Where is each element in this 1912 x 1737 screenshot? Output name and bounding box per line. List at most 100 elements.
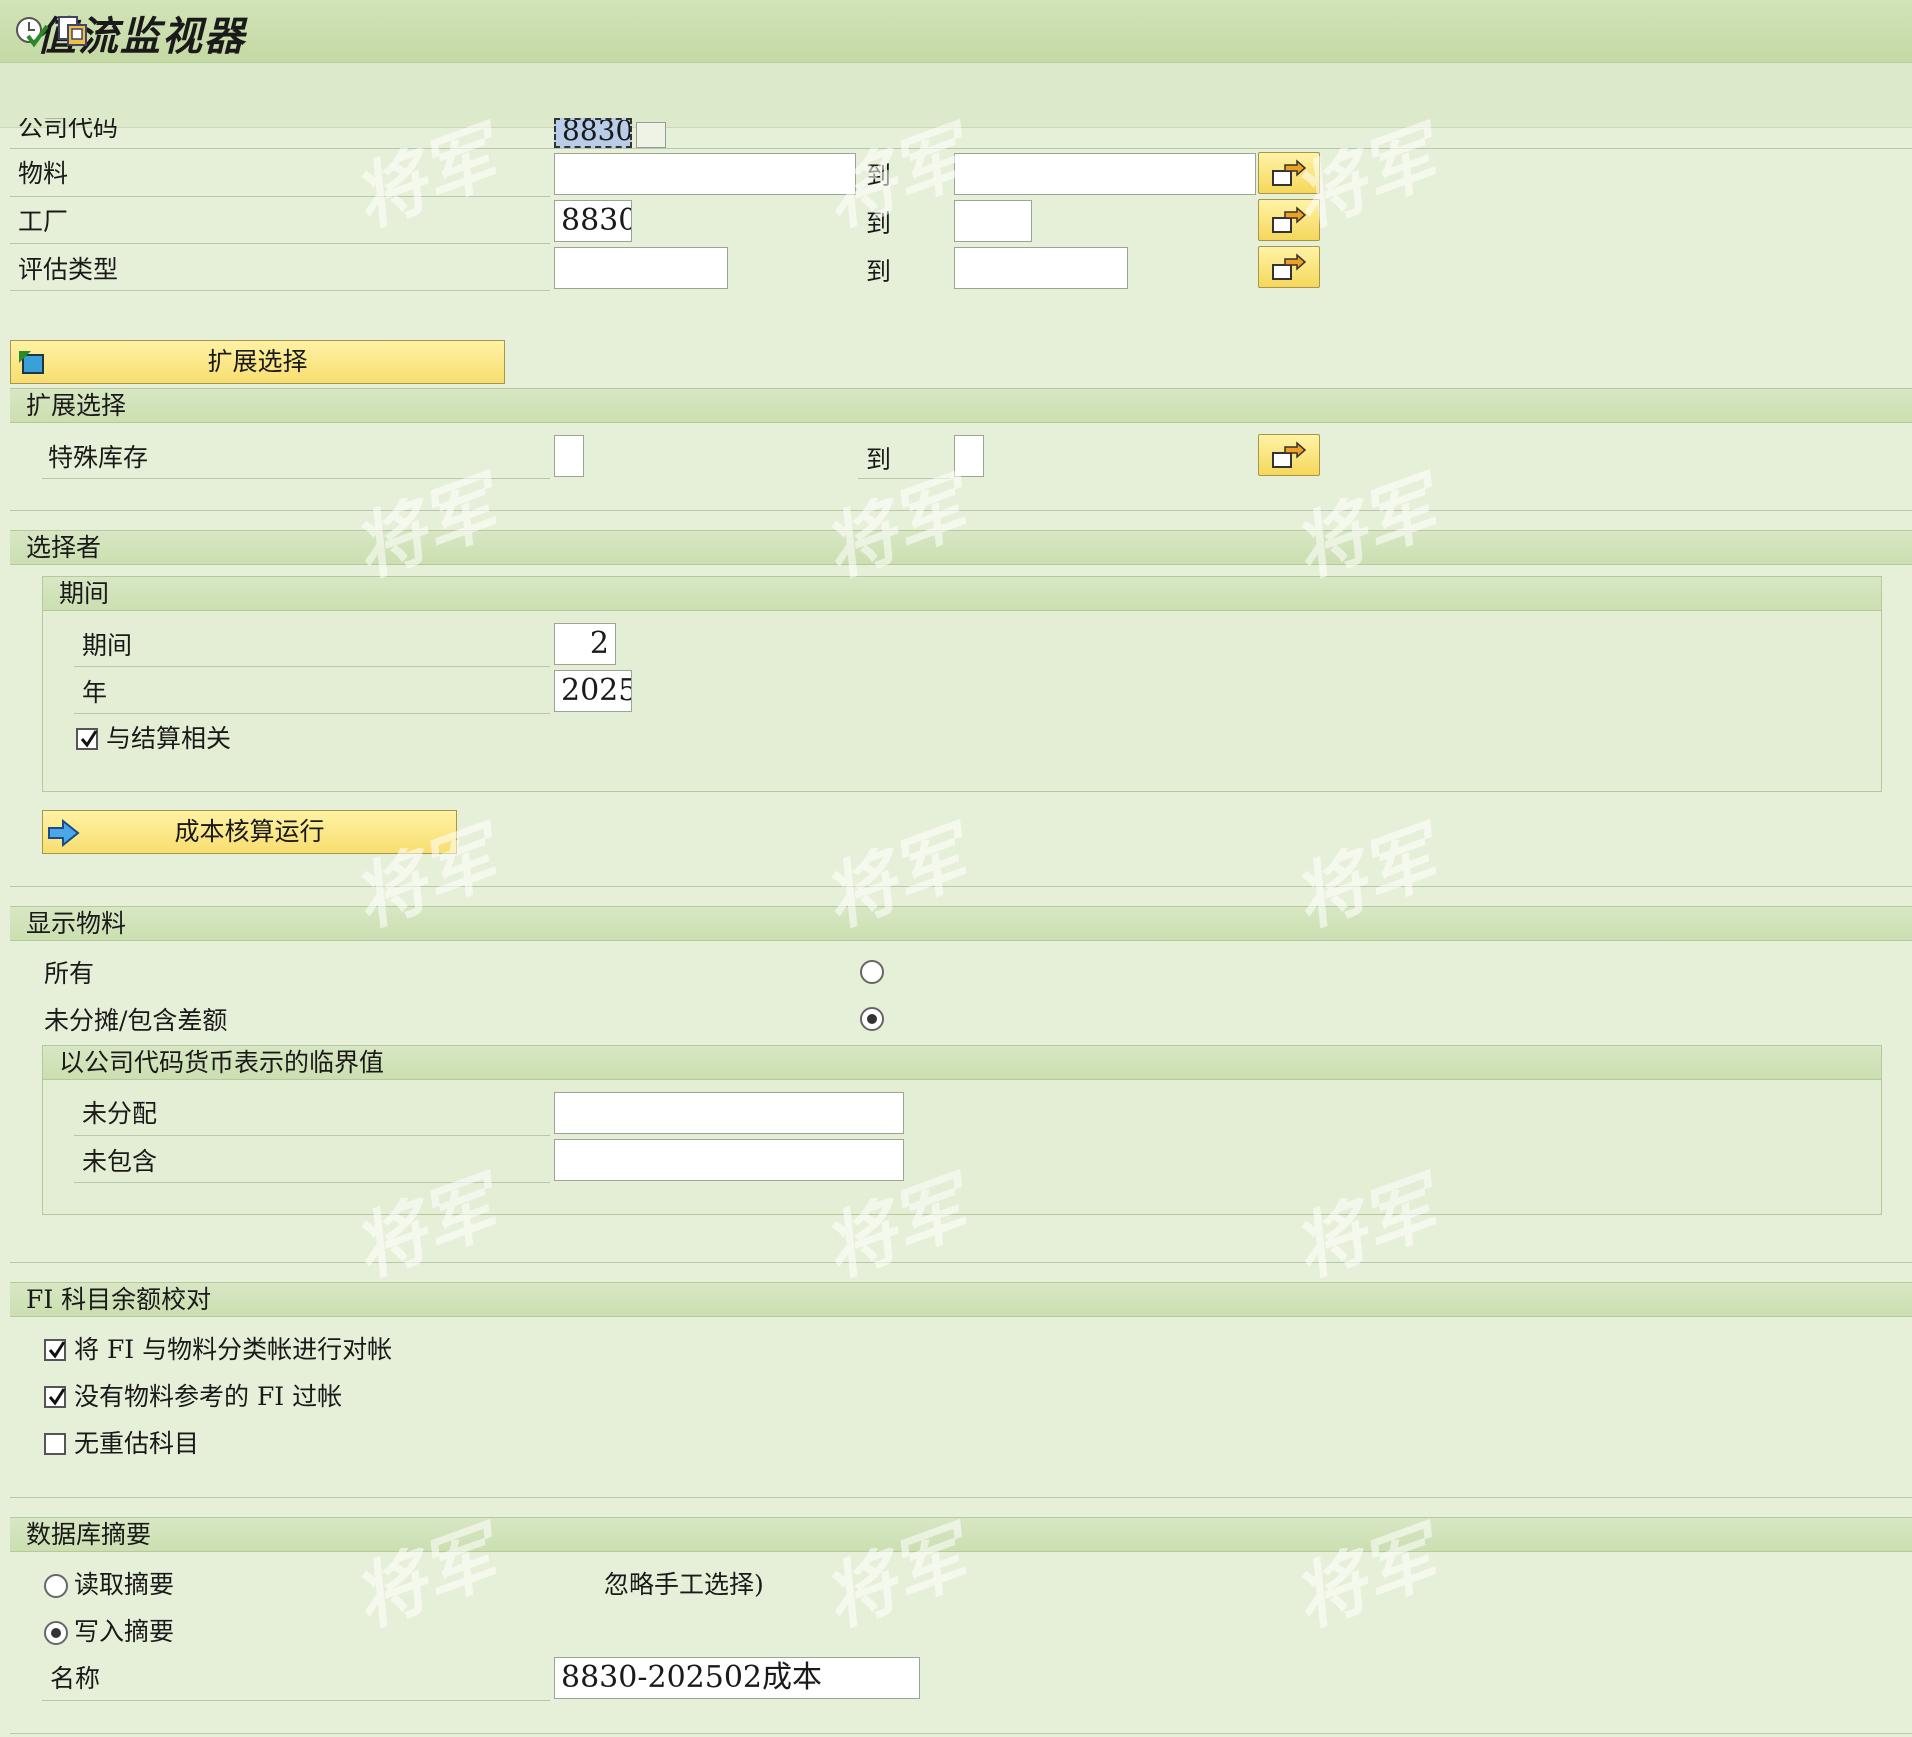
fi-no-material-ref-label: 没有物料参考的 FI 过帐 <box>74 1382 343 1411</box>
period-label: 期间 <box>82 631 133 660</box>
checkmark-icon <box>48 1388 66 1406</box>
group-border <box>10 1497 1912 1498</box>
db-summary-group-title: 数据库摘要 <box>26 1520 152 1549</box>
variant-icon[interactable] <box>56 14 90 48</box>
period-subgroup: 期间 <box>42 576 1882 792</box>
group-border <box>10 1733 1912 1734</box>
row-divider <box>858 478 950 479</box>
closing-relevant-label: 与结算相关 <box>106 724 232 753</box>
write-summary-radio[interactable] <box>44 1621 68 1645</box>
company-code-help-icon[interactable] <box>636 122 666 148</box>
costing-run-button-label: 成本核算运行 <box>174 817 325 846</box>
material-to-input[interactable] <box>954 153 1256 195</box>
unallocated-threshold-input[interactable] <box>554 1092 904 1134</box>
row-divider <box>10 290 550 291</box>
fi-no-material-ref-checkbox[interactable] <box>44 1386 66 1408</box>
no-revaluation-account-checkbox[interactable] <box>44 1433 66 1455</box>
read-summary-note: 忽略手工选择) <box>604 1570 764 1599</box>
special-stock-to-label: 到 <box>866 445 892 474</box>
special-stock-multiple-selection-button[interactable] <box>1258 434 1320 476</box>
closing-relevant-checkbox[interactable] <box>76 728 98 750</box>
row-divider <box>74 1135 550 1136</box>
plant-to-label: 到 <box>866 209 892 238</box>
group-border <box>10 1262 1912 1263</box>
watermark: 将军 <box>811 463 977 593</box>
selector-group-title: 选择者 <box>26 533 102 562</box>
row-divider <box>10 243 550 244</box>
period-subgroup-title: 期间 <box>59 579 110 608</box>
not-included-threshold-label: 未包含 <box>82 1147 158 1176</box>
display-all-radio[interactable] <box>860 960 884 984</box>
row-divider <box>10 196 550 197</box>
not-included-threshold-input[interactable] <box>554 1139 904 1181</box>
special-stock-label: 特殊库存 <box>48 443 149 472</box>
plant-label: 工厂 <box>18 207 69 236</box>
valuation-type-multiple-selection-button[interactable] <box>1258 246 1320 288</box>
display-unallocated-label: 未分摊/包含差额 <box>44 1006 228 1035</box>
display-all-label: 所有 <box>44 959 95 988</box>
write-summary-label: 写入摘要 <box>74 1617 175 1646</box>
multiple-selection-icon <box>1272 159 1307 186</box>
row-divider <box>42 478 550 479</box>
read-summary-radio[interactable] <box>44 1574 68 1598</box>
valuation-type-to-input[interactable] <box>954 247 1128 289</box>
watermark: 将军 <box>341 463 507 593</box>
row-divider <box>74 666 550 667</box>
plant-from-input[interactable]: 8830 <box>554 200 632 242</box>
row-divider <box>74 713 550 714</box>
no-revaluation-account-label: 无重估科目 <box>74 1429 200 1458</box>
group-border <box>10 510 1912 511</box>
arrow-right-icon <box>48 819 80 847</box>
unallocated-threshold-label: 未分配 <box>82 1099 158 1128</box>
plant-multiple-selection-button[interactable] <box>1258 199 1320 241</box>
summary-name-label: 名称 <box>50 1664 101 1693</box>
row-divider <box>10 148 1912 149</box>
costing-run-button[interactable]: 成本核算运行 <box>42 810 457 854</box>
selector-group-header: 选择者 <box>10 530 1912 565</box>
row-divider <box>74 1182 550 1183</box>
company-code-field[interactable]: 8830 <box>554 118 632 148</box>
db-summary-group-header: 数据库摘要 <box>10 1517 1912 1552</box>
year-input[interactable]: 2025 <box>554 670 632 712</box>
extended-selection-group-header: 扩展选择 <box>10 388 1912 423</box>
year-label: 年 <box>82 678 108 707</box>
valuation-type-to-label: 到 <box>866 257 892 286</box>
group-border <box>10 886 1912 887</box>
period-input[interactable]: 2 <box>554 623 616 665</box>
threshold-subgroup-title: 以公司代码货币表示的临界值 <box>59 1048 385 1077</box>
display-material-group-title: 显示物料 <box>26 909 127 938</box>
extended-selection-group-title: 扩展选择 <box>26 391 127 420</box>
threshold-subgroup-header: 以公司代码货币表示的临界值 <box>43 1046 1881 1080</box>
material-multiple-selection-button[interactable] <box>1258 152 1320 194</box>
display-material-group-header: 显示物料 <box>10 906 1912 941</box>
extended-selection-button[interactable]: 扩展选择 <box>10 340 505 384</box>
fi-reconciliation-group-header: FI 科目余额校对 <box>10 1282 1912 1317</box>
threshold-subgroup: 以公司代码货币表示的临界值 <box>42 1045 1882 1215</box>
display-unallocated-radio[interactable] <box>860 1007 884 1031</box>
read-summary-label: 读取摘要 <box>74 1570 175 1599</box>
material-label: 物料 <box>18 159 69 188</box>
application-toolbar <box>0 63 1912 128</box>
execute-icon[interactable] <box>14 14 49 48</box>
title-bar <box>0 0 1912 63</box>
special-stock-to-input[interactable] <box>954 435 984 477</box>
valuation-type-from-input[interactable] <box>554 247 728 289</box>
plant-to-input[interactable] <box>954 200 1032 242</box>
multiple-selection-icon <box>1272 253 1307 280</box>
multiple-selection-icon <box>1272 441 1307 468</box>
summary-name-input[interactable]: 8830-202502成本 <box>554 1657 920 1699</box>
special-stock-from-input[interactable] <box>554 435 584 477</box>
fi-ml-reconcile-label: 将 FI 与物料分类帐进行对帐 <box>74 1335 393 1364</box>
row-divider <box>42 1700 550 1701</box>
multiple-selection-icon <box>1272 206 1307 233</box>
checkmark-icon <box>48 1341 66 1359</box>
checkmark-icon <box>80 730 98 748</box>
fi-ml-reconcile-checkbox[interactable] <box>44 1339 66 1361</box>
expand-icon <box>19 351 44 374</box>
period-subgroup-header: 期间 <box>43 577 1881 611</box>
valuation-type-label: 评估类型 <box>18 255 119 284</box>
material-to-label: 到 <box>866 161 892 190</box>
fi-reconciliation-group-title: FI 科目余额校对 <box>26 1285 212 1314</box>
extended-selection-button-label: 扩展选择 <box>207 347 308 376</box>
material-from-input[interactable] <box>554 153 856 195</box>
